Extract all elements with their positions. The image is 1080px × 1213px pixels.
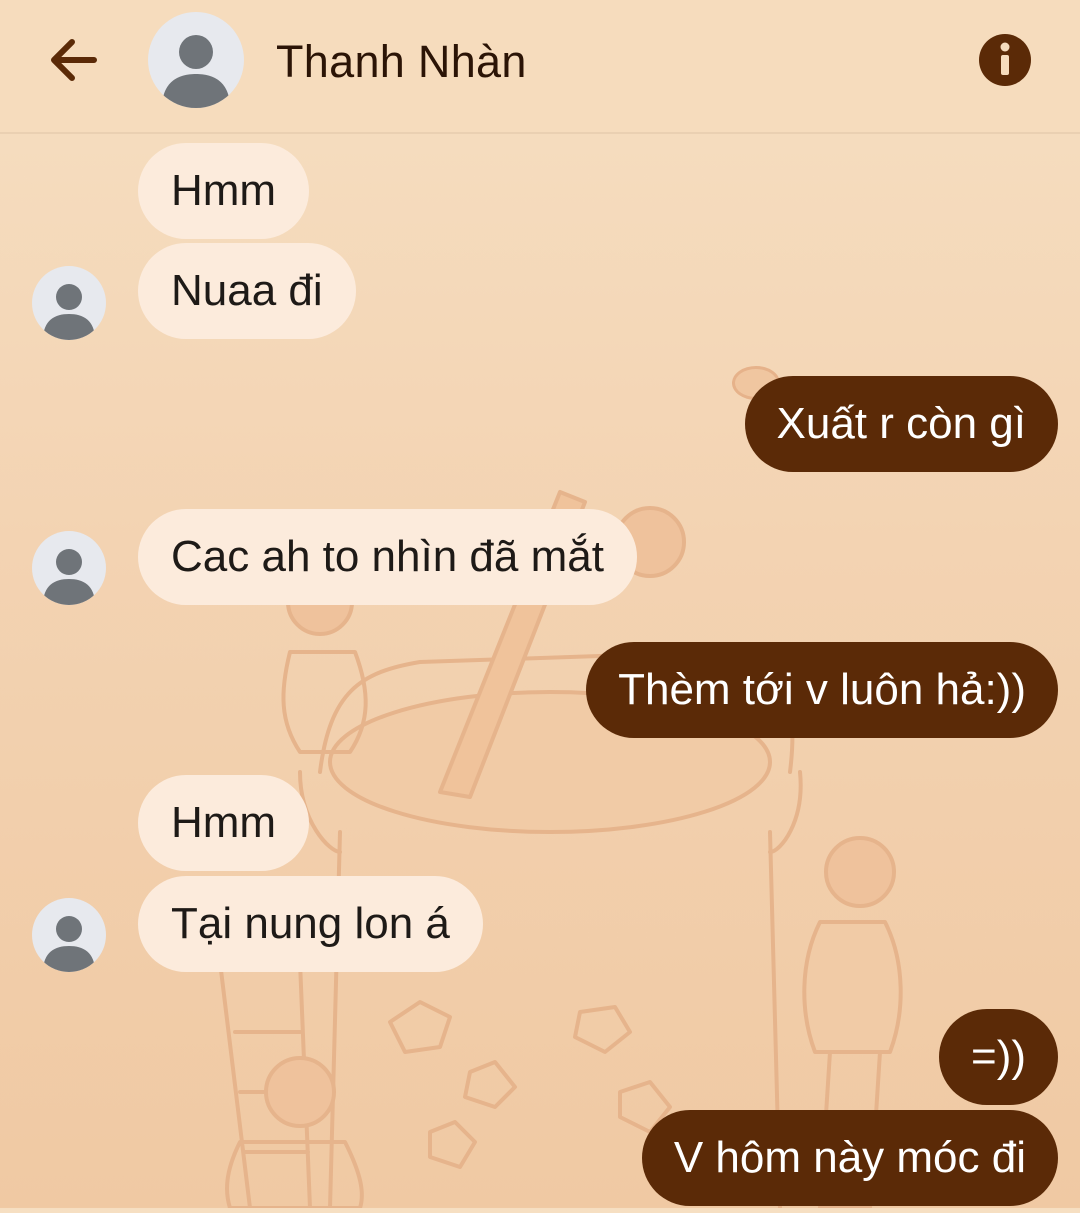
- avatar-icon: [43, 916, 95, 972]
- message-bubble-outgoing[interactable]: =)): [939, 1009, 1058, 1105]
- avatar-icon: [162, 35, 230, 108]
- message-bubble-outgoing[interactable]: Thèm tới v luôn hả:)): [586, 642, 1058, 738]
- contact-avatar-small[interactable]: [32, 266, 106, 340]
- contact-avatar[interactable]: [148, 12, 244, 108]
- contact-name[interactable]: Thanh Nhàn: [276, 36, 527, 88]
- contact-avatar-small[interactable]: [32, 898, 106, 972]
- message-text: Nuaa đi: [171, 266, 323, 315]
- message-text: =)): [971, 1032, 1026, 1081]
- message-text: Xuất r còn gì: [776, 399, 1026, 448]
- message-bubble-incoming[interactable]: Hmm: [138, 143, 310, 239]
- message-bubble-incoming[interactable]: Cac ah to nhìn đã mắt: [138, 509, 637, 605]
- message-text: Hmm: [171, 166, 277, 215]
- message-text: Thèm tới v luôn hả:)): [618, 665, 1026, 714]
- chat-header: Thanh Nhàn: [0, 0, 1080, 134]
- avatar-icon: [43, 284, 95, 340]
- message-text: Cac ah to nhìn đã mắt: [171, 532, 604, 581]
- message-text: Tại nung lon á: [171, 899, 450, 948]
- message-bubble-incoming[interactable]: Nuaa đi: [138, 243, 356, 339]
- contact-avatar-small[interactable]: [32, 531, 106, 605]
- message-bubble-incoming[interactable]: Hmm: [138, 775, 310, 871]
- message-bubble-incoming[interactable]: Tại nung lon á: [138, 876, 483, 972]
- message-text: V hôm này móc đi: [673, 1133, 1026, 1182]
- message-text: Hmm: [171, 798, 277, 847]
- message-bubble-outgoing[interactable]: Xuất r còn gì: [744, 376, 1058, 472]
- info-icon[interactable]: [978, 33, 1032, 87]
- avatar-icon: [43, 549, 95, 605]
- message-bubble-outgoing[interactable]: V hôm này móc đi: [641, 1110, 1058, 1206]
- back-arrow-icon[interactable]: [44, 30, 104, 90]
